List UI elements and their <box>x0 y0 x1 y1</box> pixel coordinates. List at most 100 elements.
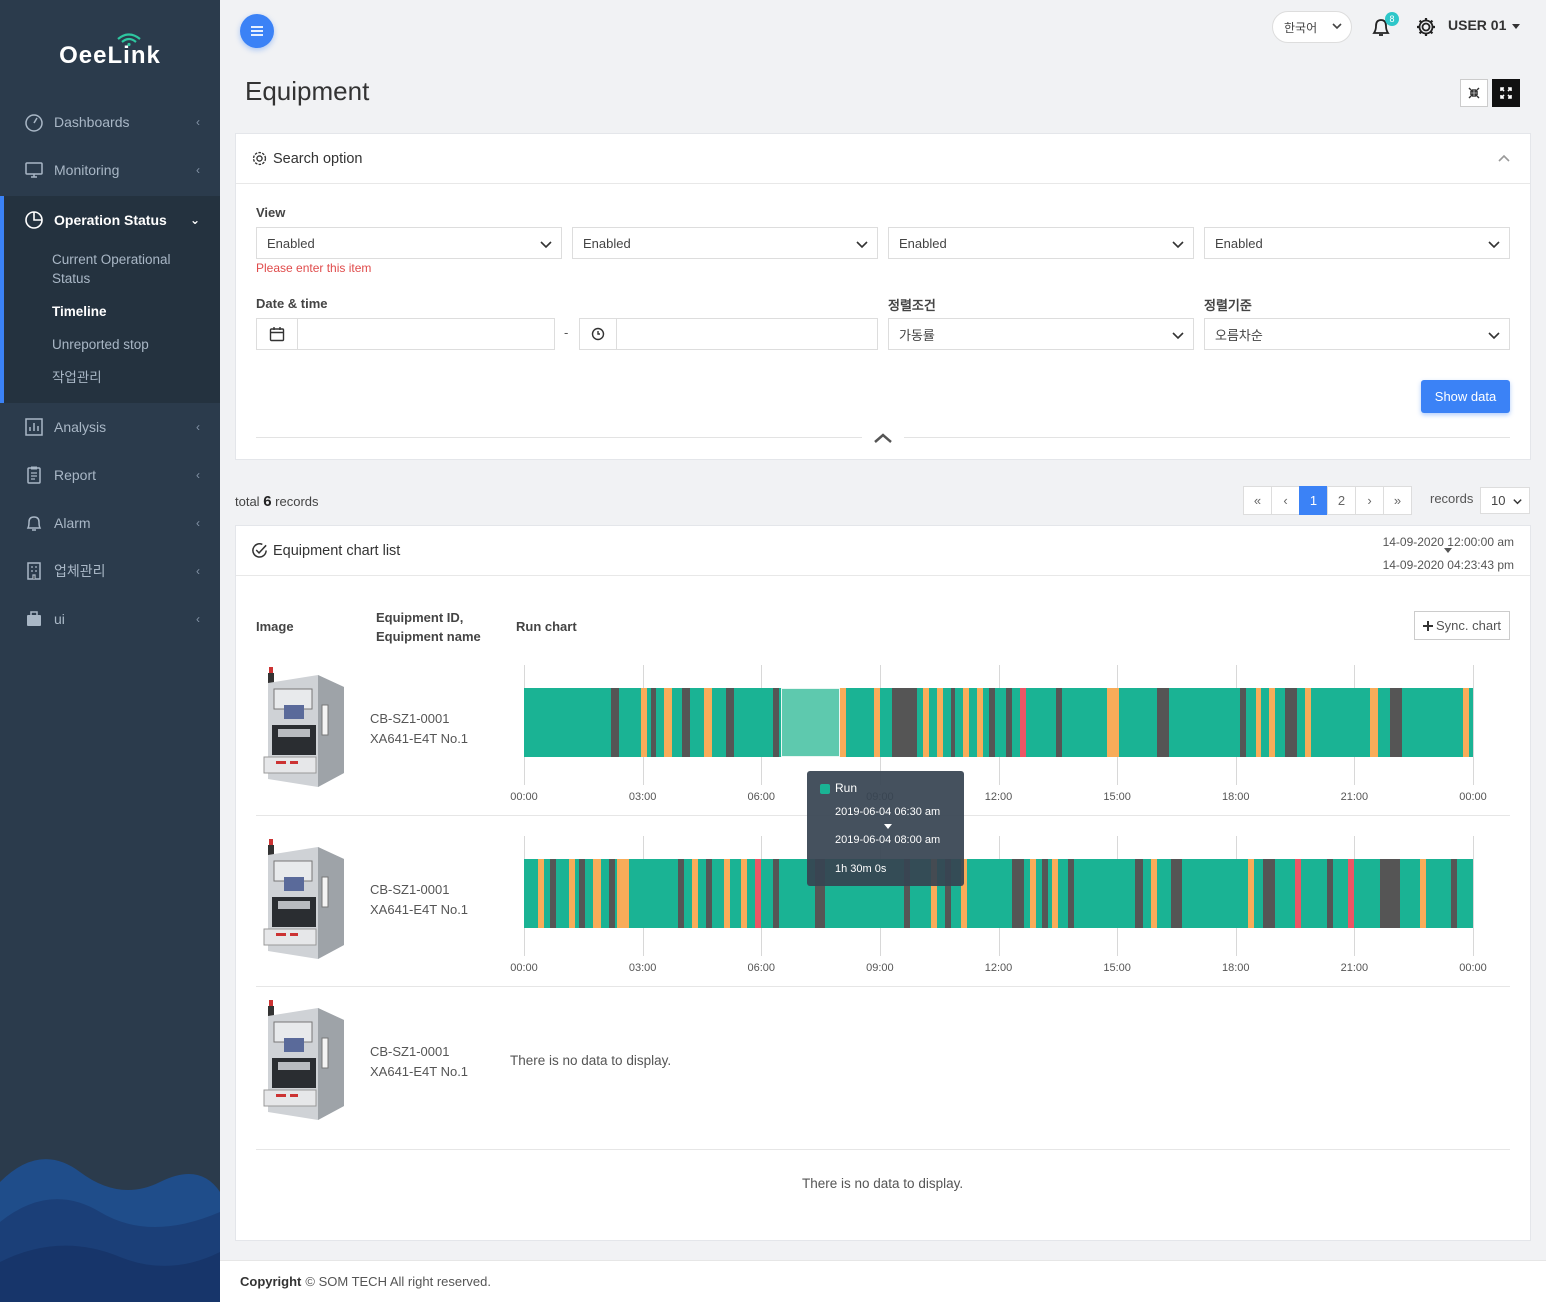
time-picker-button[interactable] <box>579 318 617 350</box>
sidebar-item-report[interactable]: Report ‹ <box>0 451 220 499</box>
stop-segment[interactable] <box>725 688 734 757</box>
idle-segment[interactable] <box>1051 859 1058 928</box>
sidebar-item-monitoring[interactable]: Monitoring ‹ <box>0 146 220 194</box>
stop-segment[interactable] <box>1285 688 1298 757</box>
page-last-button[interactable]: » <box>1383 486 1412 515</box>
page-next-button[interactable]: › <box>1355 486 1384 515</box>
expand-button[interactable] <box>1492 79 1520 107</box>
collapse-chevron-up-icon[interactable] <box>873 432 893 444</box>
settings-button[interactable] <box>1415 16 1437 41</box>
idle-segment[interactable] <box>640 688 647 757</box>
idle-segment[interactable] <box>1419 859 1426 928</box>
notifications-button[interactable]: 8 <box>1370 12 1399 41</box>
records-per-page-select[interactable]: 10 <box>1480 487 1530 514</box>
alarm-segment[interactable] <box>1295 859 1301 928</box>
sidebar-subitem-current-status[interactable]: Current Operational Status <box>4 244 220 294</box>
stop-segment[interactable] <box>682 688 691 757</box>
idle-segment[interactable] <box>1255 688 1262 757</box>
stop-segment[interactable] <box>609 859 615 928</box>
user-menu[interactable]: USER 01 <box>1448 17 1521 33</box>
stop-segment[interactable] <box>705 859 712 928</box>
view-select-1[interactable]: Enabled <box>256 227 562 259</box>
alarm-segment[interactable] <box>1020 688 1027 757</box>
sidebar-item-dashboards[interactable]: Dashboards ‹ <box>0 98 220 146</box>
stop-segment[interactable] <box>1006 688 1013 757</box>
idle-segment[interactable] <box>1370 688 1379 757</box>
stop-segment[interactable] <box>1012 859 1025 928</box>
stop-segment[interactable] <box>773 688 780 757</box>
stop-segment[interactable] <box>1326 859 1333 928</box>
show-data-button[interactable]: Show data <box>1421 380 1510 413</box>
search-option-header[interactable]: Search option <box>236 134 1530 184</box>
stop-segment[interactable] <box>1451 859 1458 928</box>
stop-segment[interactable] <box>1380 859 1400 928</box>
stop-segment[interactable] <box>1134 859 1143 928</box>
stop-segment[interactable] <box>678 859 685 928</box>
sidebar-subitem-unreported-stop[interactable]: Unreported stop <box>4 329 220 360</box>
stop-segment[interactable] <box>1239 688 1246 757</box>
stop-segment[interactable] <box>1041 859 1048 928</box>
stop-segment[interactable] <box>951 688 955 757</box>
stop-segment[interactable] <box>1156 688 1169 757</box>
brand-logo[interactable]: OeeLink <box>0 0 220 100</box>
stop-segment[interactable] <box>549 859 556 928</box>
idle-segment[interactable] <box>537 859 544 928</box>
idle-segment[interactable] <box>976 688 983 757</box>
idle-segment[interactable] <box>1269 688 1276 757</box>
stop-segment[interactable] <box>1170 859 1183 928</box>
sync-chart-button[interactable]: Sync. chart <box>1414 611 1510 640</box>
idle-segment[interactable] <box>741 859 748 928</box>
idle-segment[interactable] <box>1304 688 1311 757</box>
alarm-segment[interactable] <box>755 859 762 928</box>
chevron-up-icon[interactable] <box>1498 154 1510 162</box>
sidebar-item-ui[interactable]: ui ‹ <box>0 595 220 643</box>
idle-segment[interactable] <box>873 688 880 757</box>
idle-segment[interactable] <box>692 859 698 928</box>
idle-segment[interactable] <box>703 688 712 757</box>
stop-segment[interactable] <box>1263 859 1276 928</box>
page-prev-button[interactable]: ‹ <box>1271 486 1300 515</box>
view-select-2[interactable]: Enabled <box>572 227 878 259</box>
view-select-3[interactable]: Enabled <box>888 227 1194 259</box>
sidebar-item-analysis[interactable]: Analysis ‹ <box>0 403 220 451</box>
stop-segment[interactable] <box>650 688 657 757</box>
idle-segment[interactable] <box>616 859 629 928</box>
compress-button[interactable] <box>1460 79 1488 107</box>
idle-segment[interactable] <box>840 688 847 757</box>
sidebar-subitem-work-management[interactable]: 작업관리 <box>4 362 220 393</box>
date-picker-button[interactable] <box>256 318 298 350</box>
idle-segment[interactable] <box>723 859 730 928</box>
stop-segment[interactable] <box>579 859 586 928</box>
language-select[interactable]: 한국어 <box>1272 11 1352 43</box>
menu-toggle-button[interactable] <box>240 14 274 48</box>
time-input[interactable] <box>616 318 878 350</box>
idle-segment[interactable] <box>937 688 944 757</box>
alarm-segment[interactable] <box>1348 859 1355 928</box>
idle-segment[interactable] <box>1107 688 1120 757</box>
idle-segment[interactable] <box>1150 859 1157 928</box>
stop-segment[interactable] <box>610 688 619 757</box>
date-input[interactable] <box>297 318 555 350</box>
sidebar-item-alarm[interactable]: Alarm ‹ <box>0 499 220 547</box>
idle-segment[interactable] <box>569 859 576 928</box>
stop-segment[interactable] <box>988 688 995 757</box>
idle-segment[interactable] <box>923 688 930 757</box>
idle-segment[interactable] <box>664 688 673 757</box>
sort-order-select[interactable]: 오름차순 <box>1204 318 1510 350</box>
page-first-button[interactable]: « <box>1243 486 1272 515</box>
idle-segment[interactable] <box>593 859 602 928</box>
stop-segment[interactable] <box>1055 688 1062 757</box>
stop-segment[interactable] <box>773 859 780 928</box>
stop-segment[interactable] <box>891 688 918 757</box>
view-select-4[interactable]: Enabled <box>1204 227 1510 259</box>
sidebar-item-operation-status[interactable]: Operation Status ⌄ <box>4 196 220 244</box>
idle-segment[interactable] <box>1247 859 1254 928</box>
sort-condition-select[interactable]: 가동률 <box>888 318 1194 350</box>
stop-segment[interactable] <box>1389 688 1402 757</box>
page-button-2[interactable]: 2 <box>1327 486 1356 515</box>
idle-segment[interactable] <box>1463 688 1470 757</box>
sidebar-item-company[interactable]: 업체관리 ‹ <box>0 547 220 595</box>
idle-segment[interactable] <box>962 688 969 757</box>
highlighted-segment[interactable] <box>781 688 841 757</box>
sidebar-subitem-timeline[interactable]: Timeline <box>4 296 220 327</box>
